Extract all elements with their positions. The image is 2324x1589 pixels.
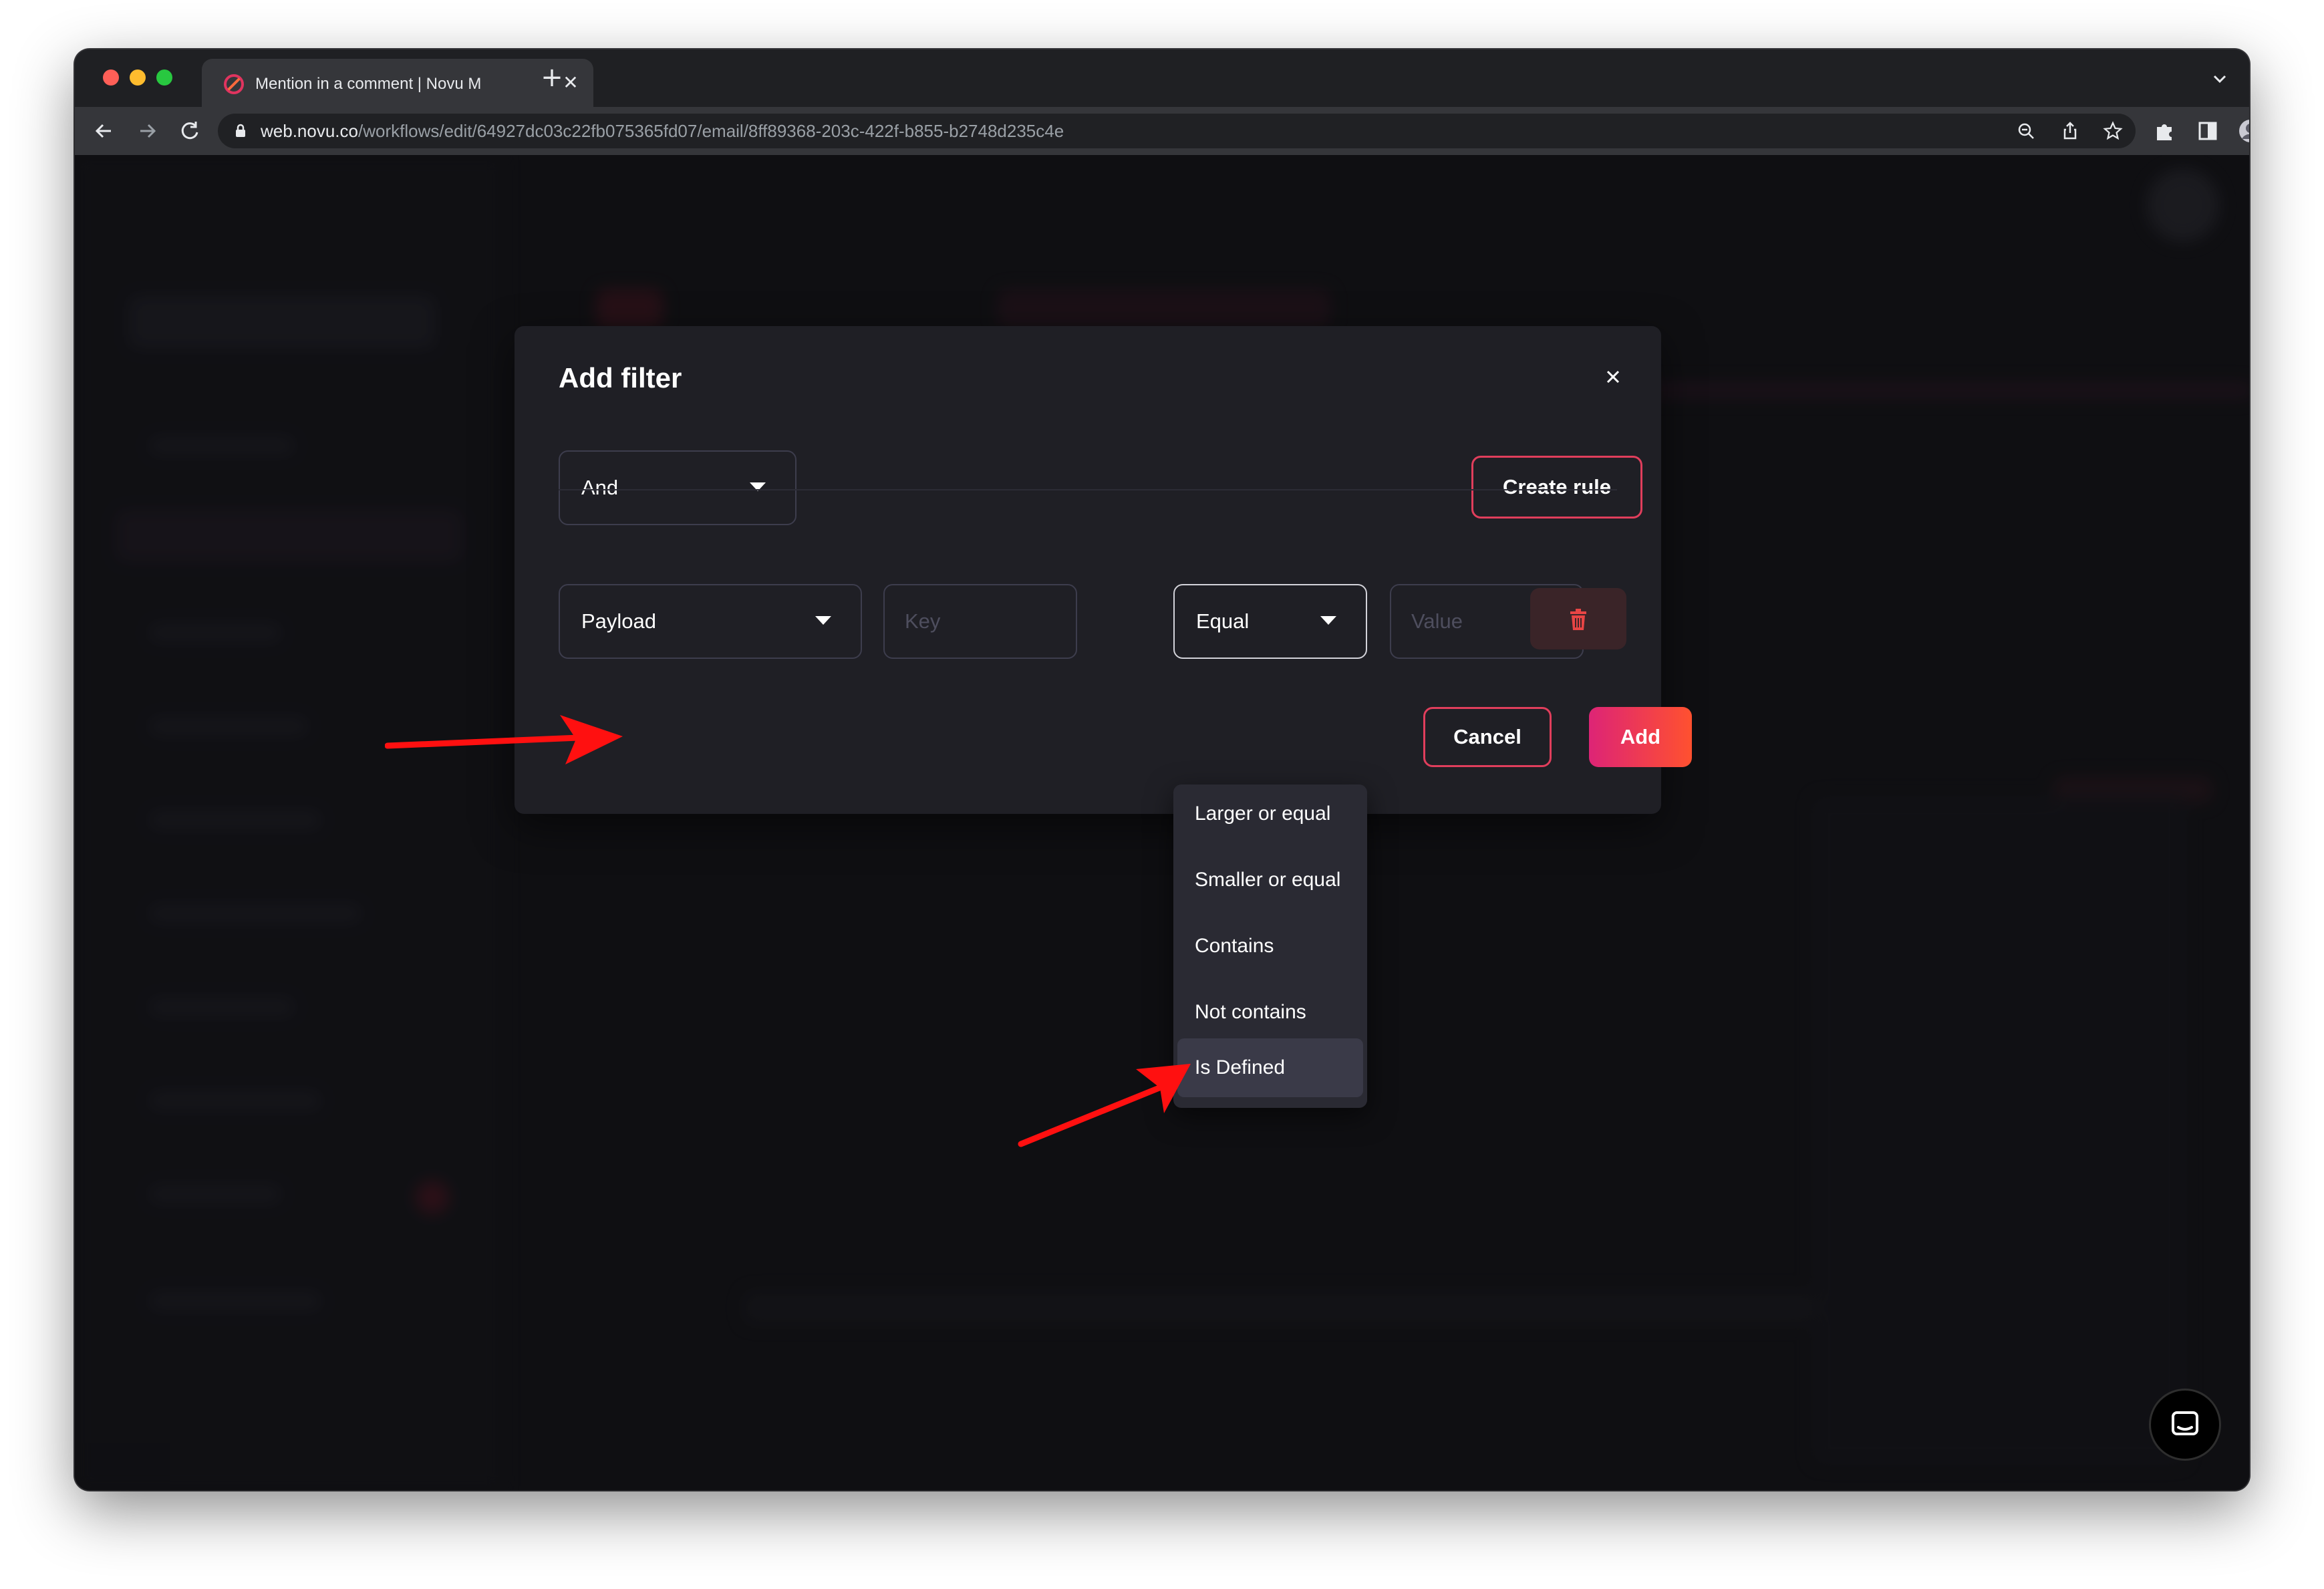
- profile-avatar-icon[interactable]: [2237, 118, 2249, 144]
- browser-toolbar: web.novu.co/workflows/edit/64927dc03c22f…: [75, 107, 2249, 155]
- create-rule-button[interactable]: Create rule: [1471, 456, 1642, 519]
- side-panel-icon[interactable]: [2194, 118, 2221, 144]
- modal-title: Add filter: [559, 362, 682, 394]
- divider: [559, 489, 1617, 490]
- caret-down-icon: [1320, 616, 1336, 625]
- tab-bar: Mention in a comment | Novu M ✕ +: [75, 49, 2249, 107]
- close-window-button[interactable]: [103, 69, 119, 86]
- trash-icon: [1570, 609, 1586, 630]
- close-icon[interactable]: [1600, 364, 1626, 390]
- new-tab-icon[interactable]: +: [536, 61, 568, 94]
- reload-icon[interactable]: [175, 116, 204, 146]
- group-operator-value: And: [581, 476, 619, 499]
- filter-on-value: Payload: [581, 609, 657, 633]
- browser-tab[interactable]: Mention in a comment | Novu M ✕: [202, 59, 593, 107]
- annotation-arrow-icon: [1018, 1064, 1191, 1147]
- chevron-down-icon[interactable]: [2208, 67, 2232, 91]
- novu-logo-icon: [224, 74, 244, 94]
- chat-icon: [2172, 1411, 2198, 1435]
- key-input[interactable]: [883, 584, 1077, 659]
- dropdown-option-not-contains[interactable]: Not contains: [1177, 983, 1363, 1042]
- bookmark-star-icon[interactable]: [2102, 120, 2124, 142]
- tab-title: Mention in a comment | Novu M: [255, 75, 482, 93]
- filter-on-select[interactable]: Payload: [559, 584, 862, 659]
- back-arrow-icon[interactable]: [90, 116, 119, 146]
- maximize-window-button[interactable]: [156, 69, 172, 86]
- cancel-button[interactable]: Cancel: [1423, 707, 1552, 767]
- operator-select[interactable]: Equal: [1173, 584, 1367, 659]
- forward-arrow-icon[interactable]: [132, 116, 162, 146]
- group-operator-select[interactable]: And: [559, 450, 796, 525]
- dropdown-option-is-defined[interactable]: Is Defined: [1177, 1038, 1363, 1097]
- dropdown-option-smaller-or-equal[interactable]: Smaller or equal: [1177, 851, 1363, 909]
- extensions-icon[interactable]: [2152, 118, 2178, 144]
- add-filter-modal: Add filter And Create rule Payload Equal…: [515, 326, 1692, 814]
- chat-widget-button[interactable]: [2149, 1389, 2221, 1461]
- delete-rule-button[interactable]: [1530, 588, 1626, 649]
- operator-value: Equal: [1196, 609, 1250, 633]
- url-path: /workflows/edit/64927dc03c22fb075365fd07…: [357, 121, 1064, 141]
- dropdown-option-larger-or-equal[interactable]: Larger or equal: [1177, 784, 1363, 843]
- share-icon[interactable]: [2059, 120, 2081, 142]
- add-button[interactable]: Add: [1589, 707, 1692, 767]
- operator-dropdown-menu: Larger or equal Smaller or equal Contain…: [1173, 784, 1367, 1108]
- zoom-icon[interactable]: [2015, 120, 2037, 142]
- annotation-arrow-icon: [385, 715, 623, 764]
- minimize-window-button[interactable]: [130, 69, 146, 86]
- url-text: web.novu.co/workflows/edit/64927dc03c22f…: [261, 120, 1064, 142]
- url-host: web.novu.co: [261, 121, 358, 141]
- lock-icon: [236, 124, 245, 137]
- caret-down-icon: [815, 616, 831, 625]
- address-bar[interactable]: web.novu.co/workflows/edit/64927dc03c22f…: [218, 114, 2136, 148]
- dropdown-option-contains[interactable]: Contains: [1177, 917, 1363, 976]
